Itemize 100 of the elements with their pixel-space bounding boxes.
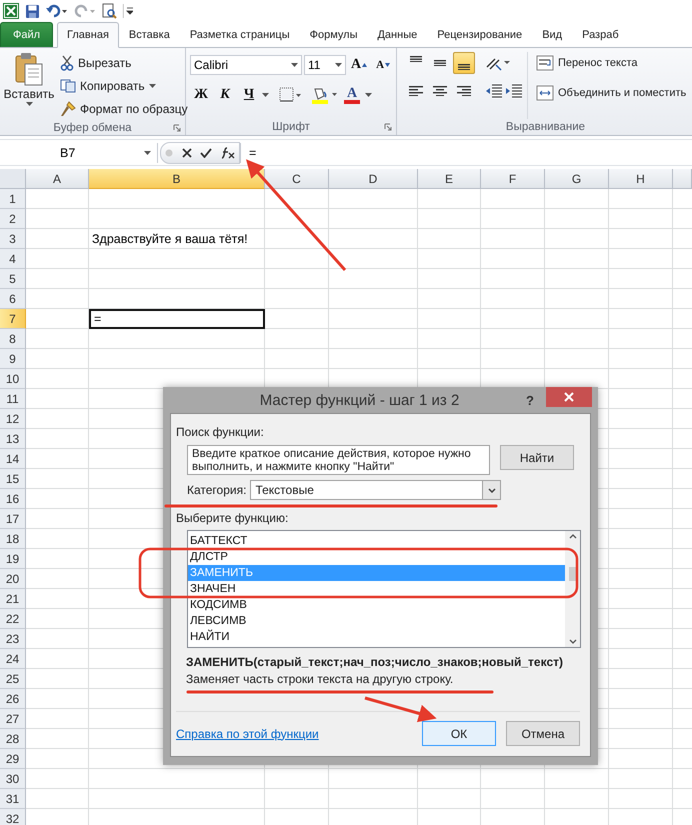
column-header[interactable]: C: [265, 169, 329, 189]
vertical-align-button[interactable]: [453, 52, 475, 74]
font-name-field[interactable]: Calibri: [190, 55, 302, 75]
row-header[interactable]: 26: [0, 689, 26, 709]
row-header[interactable]: 20: [0, 569, 26, 589]
underline-button[interactable]: Ч: [238, 84, 260, 106]
row-header[interactable]: 31: [0, 789, 26, 809]
ribbon-tab[interactable]: Вид: [532, 22, 572, 47]
ribbon-tab[interactable]: Рецензирование: [427, 22, 532, 47]
row-header[interactable]: 25: [0, 669, 26, 689]
row-header[interactable]: 28: [0, 729, 26, 749]
column-header[interactable]: H: [609, 169, 673, 189]
font-color-button[interactable]: A: [341, 84, 363, 106]
row-header[interactable]: 10: [0, 369, 26, 389]
ok-button[interactable]: ОК: [422, 721, 496, 746]
ribbon-tab[interactable]: Данные: [367, 22, 428, 47]
column-header[interactable]: G: [545, 169, 609, 189]
format-painter-button[interactable]: Формат по образцу: [58, 98, 190, 120]
row-header[interactable]: 24: [0, 649, 26, 669]
ribbon-tab[interactable]: Формулы: [300, 22, 368, 47]
category-dropdown[interactable]: Текстовые: [250, 480, 502, 500]
search-field[interactable]: Введите краткое описание действия, которое нужно выполнить, и нажмите кнопку "Найти": [187, 445, 490, 475]
increase-indent-icon[interactable]: [505, 84, 523, 98]
undo-icon[interactable]: [46, 4, 68, 18]
caret-up-icon: [362, 63, 368, 67]
insert-function-icon[interactable]: [220, 146, 235, 158]
row-header[interactable]: 15: [0, 469, 26, 489]
row-header[interactable]: 21: [0, 589, 26, 609]
italic-button[interactable]: К: [214, 84, 236, 106]
cancel-icon[interactable]: [182, 148, 192, 158]
row-header[interactable]: 16: [0, 489, 26, 509]
ribbon-tab[interactable]: Разметка страницы: [180, 22, 300, 47]
column-header[interactable]: F: [481, 169, 545, 189]
font-size-field[interactable]: 11: [304, 55, 346, 75]
list-item[interactable]: ЗНАЧЕН: [188, 581, 565, 597]
chevron-down-icon[interactable]: [568, 639, 576, 644]
column-header[interactable]: B: [89, 169, 265, 189]
help-link[interactable]: Справка по этой функции: [176, 726, 319, 740]
cancel-button[interactable]: Отмена: [506, 721, 580, 746]
fill-color-icon[interactable]: [311, 86, 339, 104]
column-header[interactable]: A: [26, 169, 89, 189]
row-header[interactable]: 17: [0, 509, 26, 529]
find-button[interactable]: Найти: [500, 445, 574, 470]
bold-button[interactable]: Ж: [190, 84, 212, 106]
cut-button[interactable]: Вырезать: [58, 52, 190, 74]
copy-button[interactable]: Копировать: [58, 75, 190, 97]
row-header[interactable]: 19: [0, 549, 26, 569]
list-item[interactable]: БАТТЕКСТ: [188, 533, 565, 549]
list-item[interactable]: НАЙТИ: [188, 629, 565, 645]
shrink-font-button[interactable]: A: [372, 54, 394, 76]
row-header[interactable]: 6: [0, 289, 26, 309]
file-menu-tab[interactable]: Файл: [0, 22, 54, 47]
column-header[interactable]: D: [329, 169, 418, 189]
help-button[interactable]: ?: [526, 392, 534, 408]
row-header[interactable]: 9: [0, 349, 26, 369]
list-item[interactable]: КОДСИМВ: [188, 597, 565, 613]
row-header[interactable]: 14: [0, 449, 26, 469]
row-header[interactable]: 4: [0, 249, 26, 269]
dialog-launcher-icon[interactable]: [173, 124, 181, 132]
row-header[interactable]: 8: [0, 329, 26, 349]
row-header[interactable]: 18: [0, 529, 26, 549]
row-header[interactable]: 27: [0, 709, 26, 729]
row-header[interactable]: 23: [0, 629, 26, 649]
dialog-launcher-icon[interactable]: [384, 123, 392, 131]
ribbon-tab[interactable]: Вставка: [118, 22, 180, 47]
row-header[interactable]: 30: [0, 769, 26, 789]
grip-icon: [165, 148, 174, 156]
list-item[interactable]: ДЛСТР: [188, 549, 565, 565]
name-box[interactable]: B7: [0, 142, 158, 162]
grow-font-button[interactable]: A: [348, 54, 370, 76]
save-icon[interactable]: [25, 4, 40, 18]
row-header[interactable]: 2: [0, 209, 26, 229]
column-header[interactable]: E: [418, 169, 481, 189]
spreadsheet-logo-icon: [3, 3, 19, 19]
decrease-indent-icon[interactable]: [485, 84, 503, 98]
checkmark-icon[interactable]: [200, 148, 212, 158]
customize-toolbar-icon[interactable]: [123, 4, 133, 18]
formula-input[interactable]: =: [240, 142, 692, 162]
row-header[interactable]: 29: [0, 749, 26, 769]
row-header[interactable]: 1: [0, 189, 26, 209]
ribbon-tab[interactable]: Разраб: [572, 22, 629, 47]
row-header[interactable]: 32: [0, 809, 26, 825]
row-header[interactable]: 13: [0, 429, 26, 449]
paste-button[interactable]: Вставить: [4, 52, 54, 120]
wrap-text-button[interactable]: Перенос текста: [534, 52, 688, 74]
borders-icon[interactable]: [279, 87, 301, 103]
chevron-up-icon[interactable]: [568, 534, 576, 539]
row-header[interactable]: 12: [0, 409, 26, 429]
row-header[interactable]: 7: [0, 309, 26, 329]
merge-center-button[interactable]: Объединить и поместить: [534, 82, 688, 104]
list-item[interactable]: ЛЕВСИМВ: [188, 613, 565, 629]
ribbon-tab[interactable]: Главная: [57, 22, 119, 48]
row-header[interactable]: 11: [0, 389, 26, 409]
print-preview-icon[interactable]: [102, 3, 117, 19]
close-button[interactable]: [546, 387, 592, 407]
active-cell[interactable]: =: [89, 309, 265, 329]
scrollbar-thumb[interactable]: [568, 567, 576, 581]
row-header[interactable]: 5: [0, 269, 26, 289]
row-header[interactable]: 3: [0, 229, 26, 249]
row-header[interactable]: 22: [0, 609, 26, 629]
